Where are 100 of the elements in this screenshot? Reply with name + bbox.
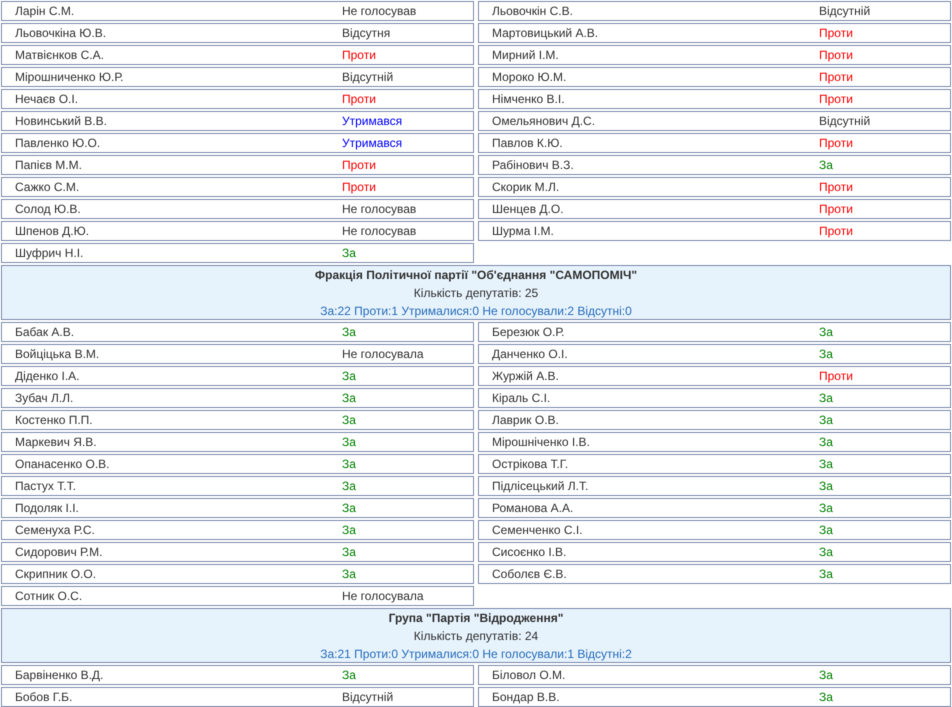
vote-result: Відсутній [342, 69, 394, 86]
deputy-name: Шуфрич Н.І. [14, 245, 84, 262]
group-title: Фракція Політичної партії "Об'єднання "САМОПОМІЧ" [314, 266, 638, 284]
vote-result: За [819, 544, 833, 561]
deputy-name: Зубач Л.Л. [14, 390, 74, 407]
vote-result: За [342, 324, 356, 341]
vote-result: Проти [819, 368, 853, 385]
deputy-name: Шурма І.М. [491, 223, 555, 240]
deputy-name: Діденко І.А. [14, 368, 80, 385]
deputy-name: Біловол О.М. [491, 667, 566, 684]
vote-result: За [342, 544, 356, 561]
vote-result: Проти [819, 91, 853, 108]
vote-result: Проти [819, 69, 853, 86]
deputy-name: Подоляк І.І. [14, 500, 80, 517]
deputy-name: Шпенов Д.Ю. [14, 223, 90, 240]
deputy-name: Матвієнков С.А. [14, 47, 105, 64]
deputy-name: Пастух Т.Т. [14, 478, 77, 495]
vote-result: Проти [819, 25, 853, 42]
vote-result: За [342, 478, 356, 495]
vote-result: За [819, 667, 833, 684]
deputy-name: Кіраль С.І. [491, 390, 552, 407]
deputy-name: Нечаєв О.І. [14, 91, 80, 108]
deputy-name: Маркевич Я.В. [14, 434, 98, 451]
vote-result: За [342, 500, 356, 517]
vote-result: Відсутній [819, 113, 870, 130]
vote-result: За [342, 667, 356, 684]
deputy-name: Мірошніченко І.В. [491, 434, 591, 451]
deputy-name: Шенцев Д.О. [491, 201, 565, 218]
vote-result: За [342, 522, 356, 539]
deputy-name: Павлов К.Ю. [491, 135, 564, 152]
vote-result: Не голосував [342, 201, 416, 218]
deputy-name: Підлісецький Л.Т. [491, 478, 590, 495]
vote-result: Проти [819, 223, 853, 240]
vote-result: За [819, 689, 833, 706]
deputy-name: Німченко В.І. [491, 91, 566, 108]
deputy-name: Острікова Т.Г. [491, 456, 570, 473]
group-title: Група "Партія "Відродження" [388, 610, 564, 626]
vote-result: За [819, 500, 833, 517]
deputy-name: Семенуха Р.С. [14, 522, 96, 539]
deputy-name: Сажко С.М. [14, 179, 80, 196]
vote-result: За [342, 390, 356, 407]
deputy-name: Бобов Г.Б. [14, 689, 74, 706]
vote-result: Утримався [342, 113, 402, 130]
deputy-name: Скрипник О.О. [14, 566, 98, 583]
deputy-name: Мірошниченко Ю.Р. [14, 69, 124, 86]
deputy-count: Кількість депутатів: 25 [414, 284, 538, 302]
deputy-name: Семенченко С.І. [491, 522, 584, 539]
vote-result: Проти [819, 179, 853, 196]
deputy-name: Опанасенко О.В. [14, 456, 111, 473]
deputy-name: Сотник О.С. [14, 588, 84, 605]
vote-summary: За:21 Проти:0 Утрималися:0 Не голосували:1 Відсутні:2 [320, 646, 632, 662]
deputy-name: Мирний І.М. [491, 47, 560, 64]
vote-result: Не голосував [342, 3, 416, 20]
vote-result: За [342, 368, 356, 385]
vote-result: Проти [342, 157, 376, 174]
deputy-name: Мороко Ю.М. [491, 69, 568, 86]
vote-result: За [819, 346, 833, 363]
vote-result: За [819, 157, 833, 174]
vote-result: Відсутня [342, 25, 390, 42]
vote-result: Проти [342, 179, 376, 196]
deputy-name: Мартовицький А.В. [491, 25, 600, 42]
vote-result: Проти [819, 135, 853, 152]
deputy-name: Павленко Ю.О. [14, 135, 102, 152]
deputy-name: Сисоєнко І.В. [491, 544, 568, 561]
vote-result: Проти [819, 201, 853, 218]
deputy-name: Сидорович Р.М. [14, 544, 104, 561]
deputy-name: Омельянович Д.С. [491, 113, 596, 130]
vote-result: За [342, 412, 356, 429]
deputy-name: Соболєв Є.В. [491, 566, 568, 583]
vote-summary: За:22 Проти:1 Утрималися:0 Не голосували:2 Відсутні:0 [320, 302, 632, 320]
vote-result: За [819, 434, 833, 451]
vote-result: За [342, 245, 356, 262]
deputy-name: Березюк О.Р. [491, 324, 566, 341]
vote-result: Не голосувала [342, 346, 424, 363]
vote-result: Проти [342, 47, 376, 64]
vote-result: За [819, 522, 833, 539]
vote-result: Не голосував [342, 223, 416, 240]
deputy-name: Барвіненко В.Д. [14, 667, 104, 684]
vote-result: За [819, 478, 833, 495]
deputy-name: Романова А.А. [491, 500, 574, 517]
vote-result: За [342, 456, 356, 473]
vote-result: Не голосувала [342, 588, 424, 605]
deputy-name: Папієв М.М. [14, 157, 83, 174]
deputy-name: Журжій А.В. [491, 368, 560, 385]
vote-result: Відсутній [819, 3, 870, 20]
deputy-name: Льовочкін С.В. [491, 3, 574, 20]
deputy-name: Льовочкіна Ю.В. [14, 25, 108, 42]
vote-result: За [819, 456, 833, 473]
deputy-name: Рабінович В.З. [491, 157, 575, 174]
deputy-name: Скорик М.Л. [491, 179, 560, 196]
vote-result: За [819, 390, 833, 407]
deputy-name: Войціцька В.М. [14, 346, 100, 363]
deputy-name: Бондар В.В. [491, 689, 561, 706]
deputy-name: Костенко П.П. [14, 412, 94, 429]
deputy-name: Лаврик О.В. [491, 412, 560, 429]
vote-result: За [819, 324, 833, 341]
vote-result: Утримався [342, 135, 402, 152]
deputy-name: Ларін С.М. [14, 3, 76, 20]
deputy-name: Данченко О.І. [491, 346, 569, 363]
vote-result: Проти [342, 91, 376, 108]
